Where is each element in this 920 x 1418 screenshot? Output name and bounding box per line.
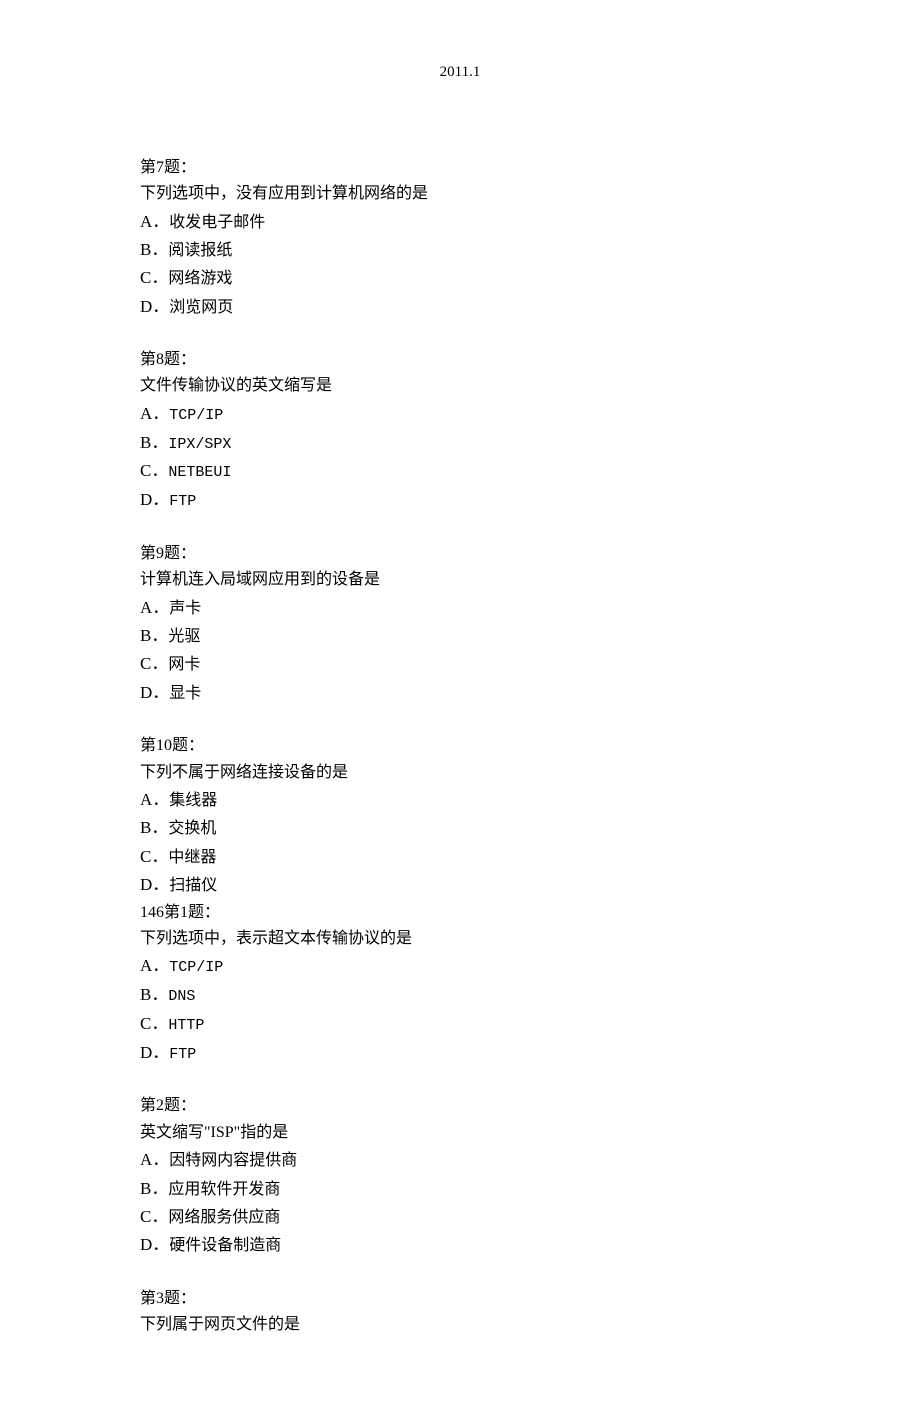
option-letter: C． (140, 1014, 168, 1033)
option-letter: B． (140, 626, 168, 645)
question-option: B．IPX/SPX (140, 429, 780, 458)
option-letter: C． (140, 268, 168, 287)
option-text: DNS (168, 988, 195, 1005)
question-option: C．NETBEUI (140, 457, 780, 486)
option-letter: B． (140, 433, 168, 452)
question-option: B．DNS (140, 981, 780, 1010)
option-text: 收发电子邮件 (169, 214, 265, 231)
question-prompt: 下列选项中，没有应用到计算机网络的是 (140, 181, 780, 207)
question-prompt: 下列不属于网络连接设备的是 (140, 760, 780, 786)
question-prompt: 下列属于网页文件的是 (140, 1312, 780, 1338)
question-option: A．收发电子邮件 (140, 208, 780, 236)
option-text: NETBEUI (168, 464, 231, 481)
option-text: 中继器 (168, 849, 216, 866)
question-option: B．交换机 (140, 814, 780, 842)
option-text: 网卡 (168, 656, 200, 673)
option-text: 声卡 (169, 600, 201, 617)
question-title: 146第1题： (140, 900, 780, 926)
option-letter: C． (140, 847, 168, 866)
question-prompt: 下列选项中，表示超文本传输协议的是 (140, 926, 780, 952)
question-block: 第9题：计算机连入局域网应用到的设备是A．声卡B．光驱C．网卡D．显卡 (140, 541, 780, 707)
question-title: 第3题： (140, 1286, 780, 1312)
option-letter: D． (140, 490, 169, 509)
question-title: 第9题： (140, 541, 780, 567)
option-text: TCP/IP (169, 407, 223, 424)
question-option: D．FTP (140, 1039, 780, 1068)
option-letter: B． (140, 818, 168, 837)
question-option: C．网卡 (140, 650, 780, 678)
question-prompt: 计算机连入局域网应用到的设备是 (140, 567, 780, 593)
option-letter: D． (140, 683, 169, 702)
question-prompt: 文件传输协议的英文缩写是 (140, 373, 780, 399)
option-letter: B． (140, 1179, 168, 1198)
option-letter: C． (140, 461, 168, 480)
option-text: 扫描仪 (169, 877, 217, 894)
page-header: 2011.1 (140, 60, 780, 85)
question-option: C．HTTP (140, 1010, 780, 1039)
question-option: B．应用软件开发商 (140, 1175, 780, 1203)
option-text: 阅读报纸 (168, 242, 232, 259)
question-option: A．集线器 (140, 786, 780, 814)
question-block: 第7题：下列选项中，没有应用到计算机网络的是A．收发电子邮件B．阅读报纸C．网络… (140, 155, 780, 321)
option-letter: C． (140, 1207, 168, 1226)
option-letter: A． (140, 956, 169, 975)
option-letter: D． (140, 875, 169, 894)
option-letter: B． (140, 240, 168, 259)
option-letter: A． (140, 790, 169, 809)
option-letter: B． (140, 985, 168, 1004)
question-title: 第10题： (140, 733, 780, 759)
question-prompt: 英文缩写"ISP"指的是 (140, 1120, 780, 1146)
question-block: 第3题：下列属于网页文件的是 (140, 1286, 780, 1339)
question-block: 第2题：英文缩写"ISP"指的是A．因特网内容提供商B．应用软件开发商C．网络服… (140, 1093, 780, 1259)
option-text: FTP (169, 493, 196, 510)
question-option: D．扫描仪 (140, 871, 780, 899)
option-text: IPX/SPX (168, 436, 231, 453)
question-option: D．显卡 (140, 679, 780, 707)
option-text: 光驱 (168, 628, 200, 645)
option-text: TCP/IP (169, 959, 223, 976)
question-option: C．中继器 (140, 843, 780, 871)
question-option: A．TCP/IP (140, 952, 780, 981)
questions-container: 第7题：下列选项中，没有应用到计算机网络的是A．收发电子邮件B．阅读报纸C．网络… (140, 155, 780, 1339)
option-letter: D． (140, 1235, 169, 1254)
question-option: D．FTP (140, 486, 780, 515)
option-text: 硬件设备制造商 (169, 1237, 281, 1254)
question-option: B．阅读报纸 (140, 236, 780, 264)
option-text: 因特网内容提供商 (169, 1152, 297, 1169)
option-letter: A． (140, 212, 169, 231)
option-letter: D． (140, 1043, 169, 1062)
option-text: 集线器 (169, 792, 217, 809)
option-text: 网络游戏 (168, 270, 232, 287)
question-block: 第8题：文件传输协议的英文缩写是A．TCP/IPB．IPX/SPXC．NETBE… (140, 347, 780, 515)
question-title: 第8题： (140, 347, 780, 373)
question-title: 第2题： (140, 1093, 780, 1119)
question-option: C．网络游戏 (140, 264, 780, 292)
option-letter: A． (140, 404, 169, 423)
question-option: D．硬件设备制造商 (140, 1231, 780, 1259)
option-text: 交换机 (168, 820, 216, 837)
option-letter: A． (140, 598, 169, 617)
question-option: D．浏览网页 (140, 293, 780, 321)
question-option: C．网络服务供应商 (140, 1203, 780, 1231)
option-text: 网络服务供应商 (168, 1209, 280, 1226)
question-block: 第10题：下列不属于网络连接设备的是A．集线器B．交换机C．中继器D．扫描仪14… (140, 733, 780, 1067)
question-title: 第7题： (140, 155, 780, 181)
option-text: 应用软件开发商 (168, 1181, 280, 1198)
option-letter: C． (140, 654, 168, 673)
question-option: A．因特网内容提供商 (140, 1146, 780, 1174)
question-option: B．光驱 (140, 622, 780, 650)
option-text: HTTP (168, 1017, 204, 1034)
option-text: FTP (169, 1046, 196, 1063)
question-option: A．TCP/IP (140, 400, 780, 429)
question-option: A．声卡 (140, 594, 780, 622)
option-text: 显卡 (169, 685, 201, 702)
option-text: 浏览网页 (169, 299, 233, 316)
option-letter: D． (140, 297, 169, 316)
option-letter: A． (140, 1150, 169, 1169)
